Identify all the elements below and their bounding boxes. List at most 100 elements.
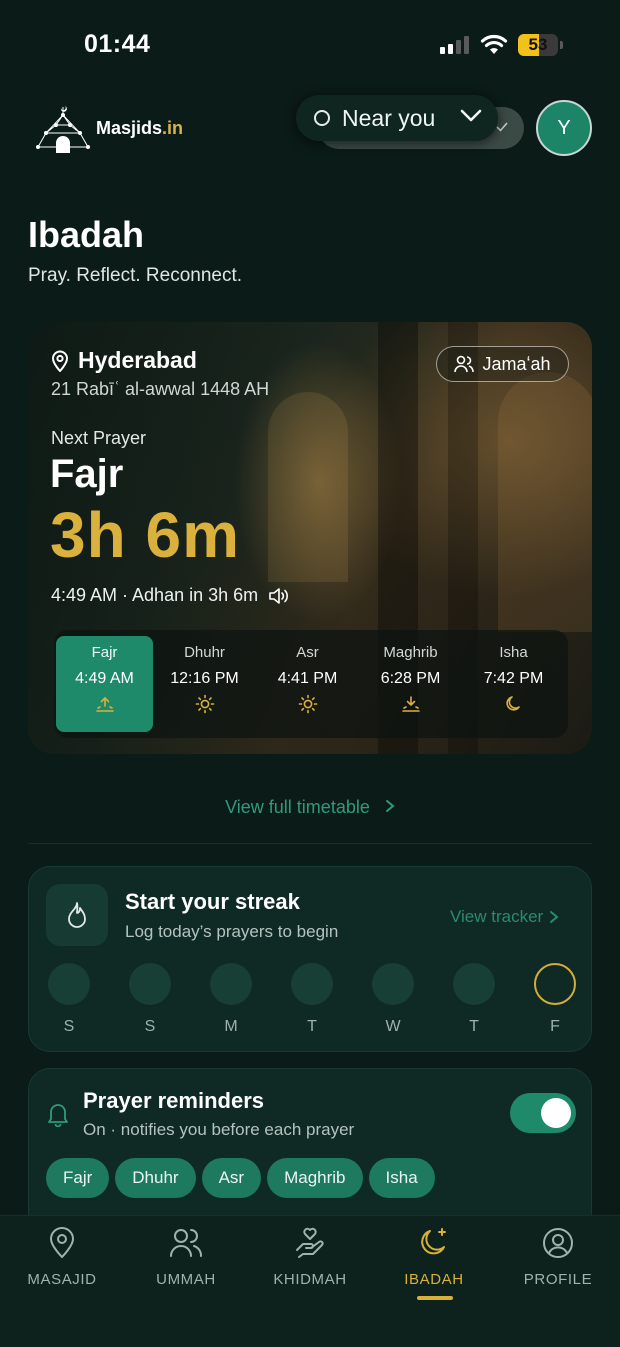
people-icon: [169, 1226, 203, 1265]
reminder-chip-isha[interactable]: Isha: [368, 1158, 435, 1198]
day-circle: [210, 963, 252, 1005]
prayer-countdown: 3h 6m: [50, 499, 240, 571]
day-circle: [291, 963, 333, 1005]
battery-cap: [560, 41, 563, 49]
reminders-subtitle: On · notifies you before each prayer: [83, 1120, 355, 1139]
streak-card: Start your streak Log today’s prayers to…: [28, 866, 592, 1052]
wifi-icon: [480, 34, 508, 54]
location-pin-icon: [46, 1226, 78, 1265]
streak-subtitle: Log today’s prayers to begin: [125, 922, 339, 941]
battery-percent: 53: [528, 35, 548, 54]
crescent-moon-icon: [417, 1226, 451, 1265]
adhan-time: 4:49 AM · Adhan in 3h 6m: [51, 585, 259, 605]
day-letter: M: [224, 1018, 238, 1035]
streak-title: Start your streak: [125, 889, 300, 914]
location-filter-dropdown[interactable]: Near you: [296, 95, 498, 141]
location-radio-icon: [314, 110, 330, 126]
prayer-chips: Fajr Dhuhr Asr Maghrib Isha: [46, 1158, 435, 1198]
masjids-logo[interactable]: Masjids.in: [34, 103, 183, 153]
prayer-tile-isha[interactable]: Isha 7:42 PM: [462, 630, 565, 738]
next-prayer-name: Fajr: [50, 452, 124, 496]
bottom-navigation: MASAJID UMMAH KHIDMAH IBADAH PROFILE: [0, 1215, 620, 1347]
day-letter: W: [385, 1018, 401, 1035]
day-3[interactable]: T: [290, 963, 334, 1036]
prayer-time: 6:28 PM: [380, 670, 441, 687]
city-row: Hyderabad: [50, 347, 197, 374]
day-letter: T: [469, 1018, 479, 1035]
jamaah-button[interactable]: Jamaʻah: [436, 346, 569, 382]
prayer-time: 4:49 AM: [75, 670, 134, 687]
app-header: Masjids.in Near you Y: [0, 95, 620, 165]
prayer-tile-dhuhr[interactable]: Dhuhr 12:16 PM: [153, 630, 256, 738]
speaker-icon[interactable]: [268, 587, 290, 605]
nav-tab-khidmah[interactable]: KHIDMAH: [248, 1226, 372, 1288]
day-1[interactable]: S: [128, 963, 172, 1036]
reminders-toggle[interactable]: [510, 1093, 576, 1133]
mosque-logo-icon: [36, 106, 90, 153]
location-filter-label: Near you: [342, 104, 436, 131]
nav-label: UMMAH: [156, 1271, 216, 1288]
prayer-name: Dhuhr: [184, 644, 225, 661]
location-pin-icon: [51, 350, 69, 372]
flame-badge: [46, 884, 108, 946]
nav-tab-ummah[interactable]: UMMAH: [124, 1226, 248, 1288]
sunrise-icon: [95, 694, 115, 714]
prayer-times-strip: Fajr 4:49 AM Dhuhr 12:16 PM Asr 4:41 PM Maghri…: [54, 630, 568, 738]
sunset-icon: [401, 694, 421, 714]
view-timetable-link[interactable]: View full timetable: [0, 797, 620, 818]
section-divider: [28, 843, 592, 844]
nav-label: MASAJID: [27, 1271, 97, 1288]
prayer-time: 7:42 PM: [483, 670, 544, 687]
day-circle: [453, 963, 495, 1005]
day-5[interactable]: T: [452, 963, 496, 1036]
nav-tab-masajid[interactable]: MASAJID: [0, 1226, 124, 1288]
day-circle: [48, 963, 90, 1005]
sun-icon: [298, 694, 318, 714]
jamaah-label: Jamaʻah: [482, 353, 551, 374]
page-subtitle: Pray. Reflect. Reconnect.: [28, 265, 243, 286]
day-circle: [372, 963, 414, 1005]
status-time: 01:44: [84, 30, 151, 58]
helping-hand-icon: [293, 1226, 327, 1265]
day-circle: [129, 963, 171, 1005]
next-prayer-label: Next Prayer: [51, 428, 147, 448]
reminders-title: Prayer reminders: [83, 1088, 264, 1113]
reminder-chip-asr[interactable]: Asr: [201, 1158, 262, 1198]
moon-icon: [504, 694, 524, 714]
toggle-knob: [541, 1098, 571, 1128]
people-icon: [454, 355, 475, 373]
nav-label: IBADAH: [404, 1271, 464, 1288]
day-2[interactable]: M: [209, 963, 253, 1036]
prayer-tile-maghrib[interactable]: Maghrib 6:28 PM: [359, 630, 462, 738]
signal-icon: [440, 36, 469, 54]
adhan-row: 4:49 AM · Adhan in 3h 6m: [51, 585, 290, 606]
avatar[interactable]: Y: [536, 100, 592, 156]
prayer-name: Maghrib: [383, 644, 438, 661]
nav-tab-profile[interactable]: PROFILE: [496, 1226, 620, 1288]
view-tracker-link[interactable]: View tracker: [450, 907, 559, 927]
prayer-time: 12:16 PM: [170, 670, 239, 687]
battery-icon: 53: [518, 34, 558, 56]
reminder-chip-maghrib[interactable]: Maghrib: [267, 1158, 363, 1198]
day-letter: S: [63, 1018, 75, 1035]
day-4[interactable]: W: [371, 963, 415, 1036]
reminder-chip-fajr[interactable]: Fajr: [46, 1158, 110, 1198]
prayer-name: Asr: [296, 644, 319, 661]
chevron-right-icon: [385, 800, 395, 812]
status-bar: 01:44 53: [0, 0, 620, 90]
day-6[interactable]: F: [533, 963, 577, 1036]
prayer-tile-fajr[interactable]: Fajr 4:49 AM: [56, 636, 153, 732]
reminder-chip-dhuhr[interactable]: Dhuhr: [115, 1158, 196, 1198]
day-0[interactable]: S: [47, 963, 91, 1036]
logo-wordmark: Masjids.in: [96, 117, 184, 138]
nav-label: KHIDMAH: [273, 1271, 347, 1288]
day-letter: S: [144, 1018, 156, 1035]
flame-icon: [68, 902, 86, 928]
prayer-name: Isha: [499, 644, 528, 661]
nav-tab-ibadah[interactable]: IBADAH: [372, 1226, 496, 1288]
bell-icon: [48, 1104, 68, 1127]
day-letter: F: [550, 1018, 560, 1035]
nav-label: PROFILE: [523, 1271, 593, 1288]
sun-icon: [195, 694, 215, 714]
prayer-tile-asr[interactable]: Asr 4:41 PM: [256, 630, 359, 738]
